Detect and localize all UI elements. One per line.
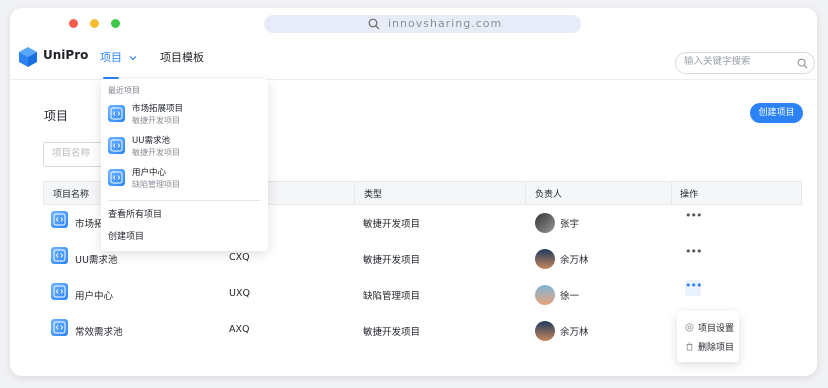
trash-icon <box>686 342 693 351</box>
search-input[interactable] <box>684 56 794 67</box>
project-code-icon <box>51 211 68 228</box>
minimize-window-button[interactable] <box>90 19 99 28</box>
close-window-button[interactable] <box>69 19 78 28</box>
brand-name: UniPro <box>43 48 89 62</box>
header-project-name: 项目名称 <box>53 190 90 200</box>
nav-project-template[interactable]: 项目模板 <box>160 49 204 65</box>
header-type: 类型 <box>364 190 383 200</box>
avatar <box>535 249 555 269</box>
create-project-link[interactable]: 创建项目 <box>108 229 144 242</box>
row-actions-menu: 项目设置 删除项目 <box>677 311 739 362</box>
header-owner: 负责人 <box>535 190 563 200</box>
recent-projects-header: 最近项目 <box>108 86 140 95</box>
browser-window: innovsharing.com UniPro 项目 项目模板 项目 创建项目 … <box>10 8 817 376</box>
recent-project-name: UU需求池 <box>132 136 170 146</box>
create-project-button[interactable]: 创建项目 <box>750 103 803 123</box>
search-icon <box>368 18 380 30</box>
more-actions-icon[interactable]: ••• <box>685 280 702 296</box>
owner-name: 张宇 <box>560 219 580 230</box>
nav-project-menu[interactable]: 项目 <box>100 49 137 65</box>
top-navbar: UniPro 项目 项目模板 <box>10 40 817 80</box>
project-code-icon <box>51 319 68 336</box>
project-type: 敏捷开发项目 <box>363 255 421 266</box>
global-search[interactable] <box>675 52 815 74</box>
project-code-icon <box>108 105 125 122</box>
project-code-icon <box>51 247 68 264</box>
project-code-icon <box>51 283 68 300</box>
project-name[interactable]: UU需求池 <box>75 252 117 266</box>
project-name[interactable]: 市场拓 <box>75 216 104 230</box>
recent-project-name: 用户中心 <box>132 168 167 178</box>
table-row[interactable]: 用户中心 UXQ 缺陷管理项目 徐一 ••• <box>43 277 802 313</box>
avatar <box>535 285 555 305</box>
more-actions-icon[interactable]: ••• <box>685 210 702 223</box>
avatar <box>535 213 555 233</box>
maximize-window-button[interactable] <box>111 19 120 28</box>
recent-project-name: 市场拓展项目 <box>132 104 184 114</box>
project-key: CXQ <box>229 252 250 263</box>
title-bar: innovsharing.com <box>10 8 817 40</box>
recent-project-type: 敏捷开发项目 <box>132 148 180 157</box>
project-code-icon <box>108 137 125 154</box>
recent-project-item[interactable]: 用户中心 缺陷管理项目 <box>108 165 263 193</box>
project-type: 敏捷开发项目 <box>363 327 421 338</box>
unipro-logo-icon <box>19 47 37 67</box>
project-name[interactable]: 常效需求池 <box>75 324 123 338</box>
project-key: UXQ <box>229 288 250 299</box>
project-settings-item[interactable]: 项目设置 <box>685 321 734 334</box>
owner-name: 余万林 <box>560 255 589 266</box>
address-bar[interactable]: innovsharing.com <box>264 15 581 33</box>
avatar <box>535 321 555 341</box>
project-settings-label: 项目设置 <box>698 324 735 334</box>
chevron-down-icon <box>129 56 136 61</box>
recent-project-type: 缺陷管理项目 <box>132 180 180 189</box>
settings-icon <box>685 323 694 332</box>
search-icon <box>797 58 808 69</box>
recent-project-type: 敏捷开发项目 <box>132 116 180 125</box>
view-all-projects-link[interactable]: 查看所有项目 <box>108 207 162 220</box>
nav-project-label: 项目 <box>100 51 122 64</box>
header-actions: 操作 <box>680 190 699 200</box>
divider <box>108 200 261 201</box>
more-actions-icon[interactable]: ••• <box>685 246 702 259</box>
owner-name: 余万林 <box>560 327 589 338</box>
page-title: 项目 <box>44 109 69 123</box>
delete-project-item[interactable]: 删除项目 <box>685 340 734 353</box>
recent-project-item[interactable]: UU需求池 敏捷开发项目 <box>108 133 263 161</box>
project-name[interactable]: 用户中心 <box>75 288 113 302</box>
delete-project-label: 删除项目 <box>698 343 735 353</box>
project-type: 缺陷管理项目 <box>363 291 421 302</box>
project-dropdown-menu: 最近项目 市场拓展项目 敏捷开发项目 UU需求池 敏捷开发项目 用户中心 缺陷管… <box>101 79 268 251</box>
recent-project-item[interactable]: 市场拓展项目 敏捷开发项目 <box>108 101 263 129</box>
owner-name: 徐一 <box>560 291 580 302</box>
project-code-icon <box>108 169 125 186</box>
project-type: 敏捷开发项目 <box>363 219 421 230</box>
url-text: innovsharing.com <box>388 17 503 30</box>
project-key: AXQ <box>229 324 250 335</box>
